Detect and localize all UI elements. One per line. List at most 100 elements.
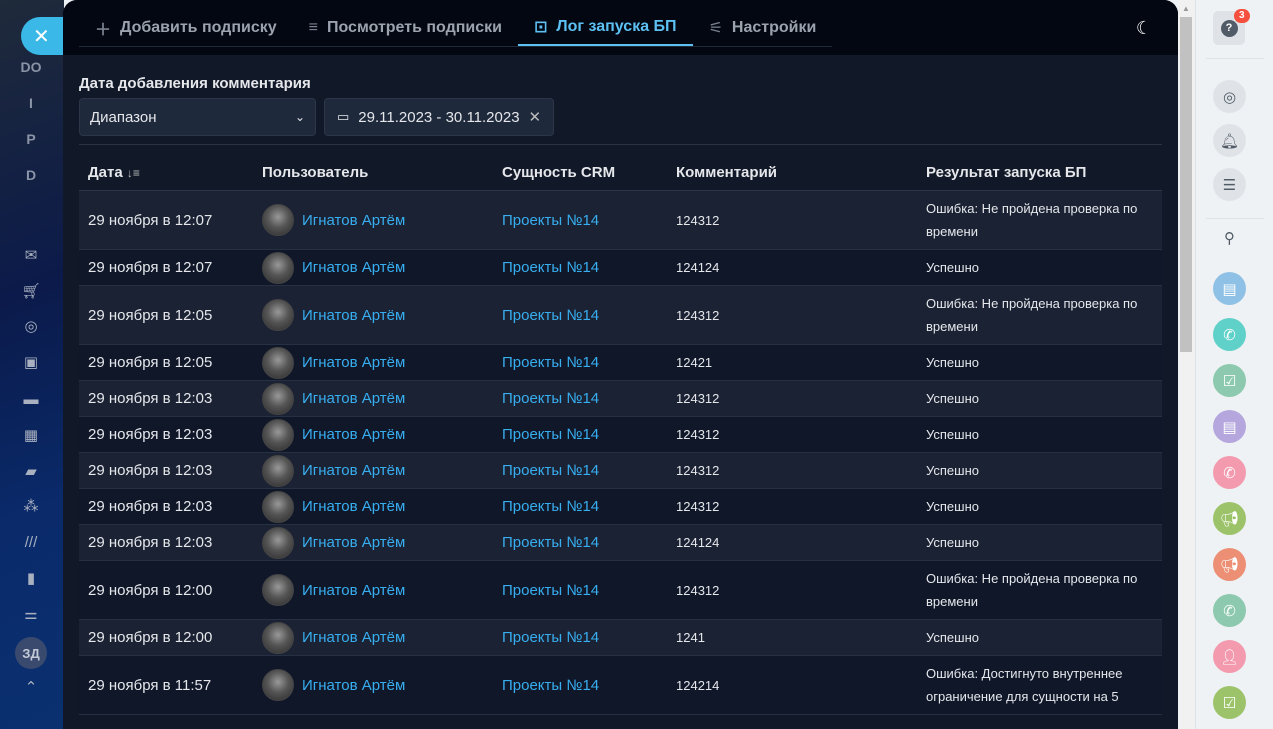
call-icon[interactable]: ✆ [1213,318,1246,351]
user-link[interactable]: Игнатов Артём [302,677,405,694]
entity-link[interactable]: Проекты №14 [502,582,599,599]
user-link[interactable]: Игнатов Артём [302,534,405,551]
clear-icon[interactable]: ✕ [529,108,542,126]
tab-label: Добавить подписку [120,19,277,36]
tab-settings[interactable]: ⚟ Настройки [693,10,833,46]
target-icon[interactable]: ◎ [21,318,41,336]
avatar[interactable] [262,382,294,415]
entity-link[interactable]: Проекты №14 [502,534,599,551]
avatar[interactable] [262,454,294,487]
tab-bp-log[interactable]: ⊡ Лог запуска БП [517,10,693,46]
table-row: 29 ноября в 12:05 Игнатов Артём Проекты … [79,345,1162,381]
sort-desc-icon[interactable]: ↓≡ [127,166,140,180]
call-icon[interactable]: ✆ [1213,456,1246,489]
menu-item-d[interactable]: D [0,167,62,183]
entity-link[interactable]: Проекты №14 [502,629,599,646]
megaphone-icon[interactable]: 📢︎ [1213,502,1246,535]
chevron-down-icon: ⌄ [294,110,305,124]
entity-link[interactable]: Проекты №14 [502,426,599,443]
user-link[interactable]: Игнатов Артём [302,307,405,324]
mail-icon[interactable]: ✉ [21,247,41,265]
avatar[interactable] [262,490,294,523]
user-link[interactable]: Игнатов Артём [302,462,405,479]
table-row: 29 ноября в 12:05 Игнатов Артём Проекты … [79,286,1162,345]
calendar-icon[interactable]: ▦ [21,427,41,445]
cart-icon[interactable]: 🛒︎ [21,283,41,301]
cell-result: Успешно [926,499,979,514]
tab-view-subscriptions[interactable]: ≡ Посмотреть подписки [293,10,518,46]
bell-icon[interactable]: 🔔︎ [1213,124,1246,157]
user-link[interactable]: Игнатов Артём [302,354,405,371]
scrollbar-thumb[interactable] [1180,17,1192,352]
table-row: 29 ноября в 11:57 Игнатов Артём Проекты … [79,656,1162,715]
cell-date: 29 ноября в 12:07 [88,259,213,276]
tab-add-subscription[interactable]: ＋ Добавить подписку [79,10,293,46]
user-avatar[interactable]: ЗД [15,637,47,669]
user-link[interactable]: Игнатов Артём [302,212,405,229]
tasks-icon[interactable]: /// [21,534,41,552]
scrollbar[interactable]: ▲ [1178,0,1195,729]
entity-link[interactable]: Проекты №14 [502,212,599,229]
cell-entity: Проекты №14 [502,534,676,551]
avatar[interactable] [262,299,294,331]
call-icon[interactable]: ✆ [1213,594,1246,627]
entity-link[interactable]: Проекты №14 [502,307,599,324]
avatar[interactable] [262,669,294,701]
header-comment: Комментарий [676,164,778,181]
contact-icon[interactable]: ▤ [1213,272,1246,305]
menu-item-p[interactable]: P [0,131,62,147]
megaphone-icon[interactable]: 📢︎ [1213,548,1246,581]
user-icon[interactable]: 👤︎ [1213,640,1246,673]
entity-link[interactable]: Проекты №14 [502,677,599,694]
avatar[interactable] [262,574,294,606]
chat-list-icon[interactable]: ☰ [1213,168,1246,201]
header-date[interactable]: Дата ↓≡ [79,164,262,181]
avatar[interactable] [262,251,294,284]
user-link[interactable]: Игнатов Артём [302,390,405,407]
user-link[interactable]: Игнатов Артём [302,498,405,515]
user-link[interactable]: Игнатов Артём [302,629,405,646]
task-icon[interactable]: ☑ [1213,686,1246,719]
settings-sliders-icon[interactable]: ⚌ [21,606,41,624]
entity-link[interactable]: Проекты №14 [502,259,599,276]
range-type-select[interactable]: Диапазон ⌄ [79,98,316,136]
cell-date: 29 ноября в 11:57 [88,676,212,694]
copilot-icon[interactable]: ◎ [1213,80,1246,113]
task-icon[interactable]: ☑ [1213,364,1246,397]
cell-entity: Проекты №14 [502,677,676,694]
inbox-icon[interactable]: ▬ [21,391,41,409]
avatar[interactable] [262,418,294,451]
device-icon[interactable]: ▮ [21,570,41,588]
help-badge: 3 [1234,9,1250,23]
user-link[interactable]: Игнатов Артём [302,259,405,276]
chevron-up-icon[interactable]: ⌃ [21,679,41,697]
user-link[interactable]: Игнатов Артём [302,426,405,443]
contact-card-icon[interactable]: ▣ [21,354,41,372]
cell-date: 29 ноября в 12:05 [88,306,213,324]
group-icon[interactable]: ⁂ [21,498,41,516]
cell-entity: Проекты №14 [502,629,676,646]
entity-link[interactable]: Проекты №14 [502,462,599,479]
cell-entity: Проекты №14 [502,354,676,371]
chat-icon[interactable]: ▰ [21,463,41,481]
cell-result: Успешно [926,260,979,275]
entity-link[interactable]: Проекты №14 [502,390,599,407]
user-link[interactable]: Игнатов Артём [302,582,405,599]
cell-comment: 124312 [676,307,720,323]
cell-comment: 124312 [676,427,720,442]
menu-item-do[interactable]: DO [0,59,62,75]
search-icon[interactable]: ⚲ [1213,221,1246,254]
entity-link[interactable]: Проекты №14 [502,354,599,371]
cell-entity: Проекты №14 [502,390,676,407]
avatar[interactable] [262,621,294,654]
menu-item-i[interactable]: I [0,95,62,111]
scroll-up-icon[interactable]: ▲ [1182,4,1190,13]
avatar[interactable] [262,526,294,559]
table-header: Дата ↓≡ Пользователь Сущность CRM Коммен… [79,155,1162,191]
avatar[interactable] [262,204,294,236]
date-range-input[interactable]: ▭ 29.11.2023 - 30.11.2023 ✕ [324,98,555,136]
contact-icon[interactable]: ▤ [1213,410,1246,443]
dark-mode-toggle-moon-icon[interactable]: ☾ [1136,18,1152,39]
avatar[interactable] [262,346,294,379]
entity-link[interactable]: Проекты №14 [502,498,599,515]
